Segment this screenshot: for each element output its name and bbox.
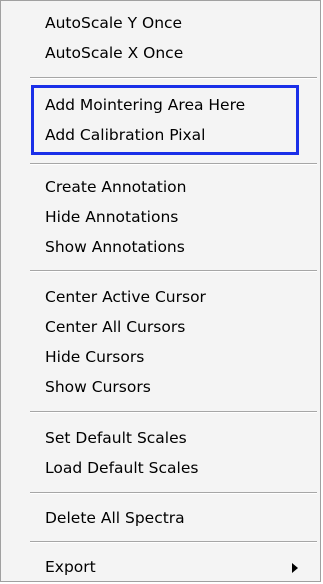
menu-item-center-active-cursor[interactable]: Center Active Cursor xyxy=(1,284,320,310)
context-menu: AutoScale Y Once AutoScale X Once Add Mo… xyxy=(0,0,321,582)
menu-item-set-default-scales[interactable]: Set Default Scales xyxy=(1,425,320,451)
menu-item-center-all-cursors[interactable]: Center All Cursors xyxy=(1,314,320,340)
menu-item-load-default-scales[interactable]: Load Default Scales xyxy=(1,455,320,481)
menu-item-hide-cursors[interactable]: Hide Cursors xyxy=(1,344,320,370)
menu-item-export[interactable]: Export xyxy=(1,554,320,580)
menu-item-delete-all-spectra[interactable]: Delete All Spectra xyxy=(1,505,320,531)
menu-item-show-annotations[interactable]: Show Annotations xyxy=(1,234,320,260)
submenu-arrow-icon xyxy=(292,563,298,573)
menu-item-show-cursors[interactable]: Show Cursors xyxy=(1,374,320,400)
menu-separator xyxy=(30,270,317,272)
menu-separator xyxy=(30,411,317,413)
menu-item-export-label: Export xyxy=(45,558,96,576)
menu-item-hide-annotations[interactable]: Hide Annotations xyxy=(1,204,320,230)
menu-item-autoscale-x-once[interactable]: AutoScale X Once xyxy=(1,40,320,66)
menu-separator xyxy=(30,492,317,494)
menu-item-create-annotation[interactable]: Create Annotation xyxy=(1,174,320,200)
menu-separator xyxy=(30,163,317,165)
selection-highlight-box xyxy=(31,85,299,155)
menu-separator xyxy=(30,541,317,543)
menu-separator xyxy=(30,77,317,79)
menu-item-autoscale-y-once[interactable]: AutoScale Y Once xyxy=(1,10,320,36)
